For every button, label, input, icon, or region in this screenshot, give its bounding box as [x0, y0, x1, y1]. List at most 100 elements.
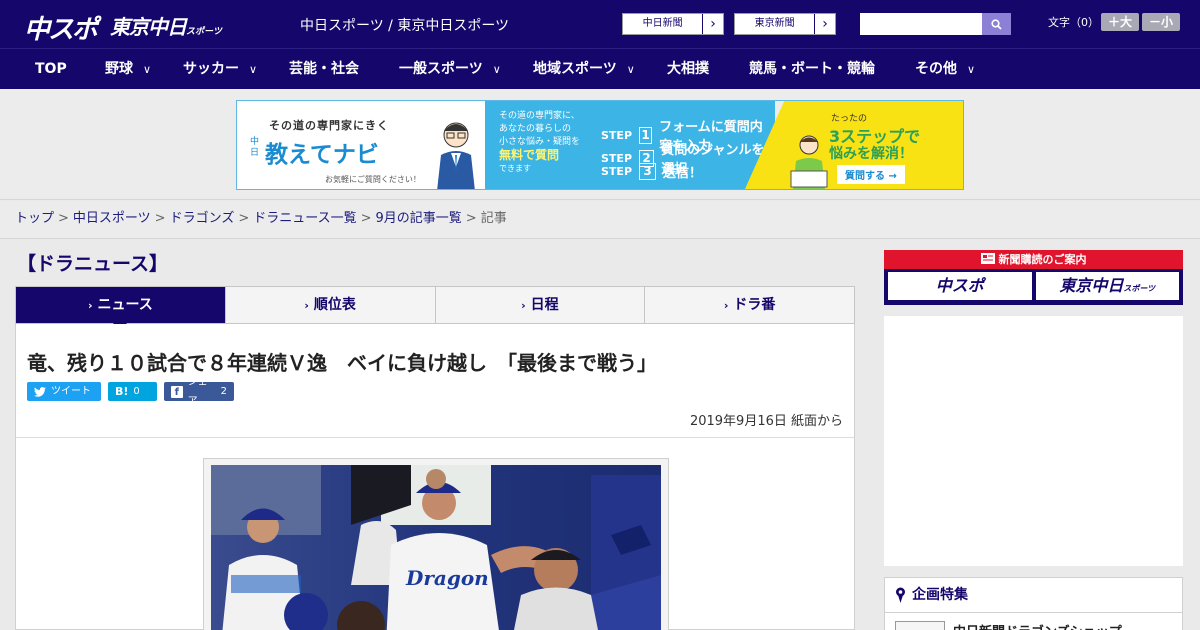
tokyo-subscribe-small: スポーツ — [1123, 284, 1156, 293]
article: 竜、残り１０試合で８年連続Ｖ逸 ベイに負け越し 「最後まで戦う」 ツイート B!… — [15, 324, 855, 630]
nav-top[interactable]: TOP — [35, 49, 67, 90]
nav-other[interactable]: その他 ∨ — [915, 49, 975, 90]
font-size-label: 文字（0） — [1048, 16, 1099, 29]
font-larger-button[interactable]: ＋大 — [1101, 13, 1139, 31]
breadcrumb-separator: > — [360, 211, 372, 226]
site-title[interactable]: 中日スポーツ / 東京中日スポーツ — [300, 15, 509, 35]
banner-tagline: その道の専門家にきく — [269, 119, 389, 132]
article-photo-frame: Dragon — [203, 458, 669, 630]
tokyo-logo-main: 東京中日 — [110, 15, 187, 39]
newspaper-icon — [980, 253, 995, 264]
nav-label: サッカー — [183, 61, 239, 77]
chevron-right-icon: › — [822, 16, 828, 32]
breadcrumb-separator: > — [58, 211, 69, 226]
article-photo[interactable]: Dragon — [211, 465, 661, 630]
banner-desc-line: その道の専門家に、 — [499, 111, 580, 121]
nav-sumo[interactable]: 大相撲 — [667, 49, 709, 90]
breadcrumb-news-list[interactable]: ドラニュース一覧 — [253, 211, 356, 226]
tab-dora-ban[interactable]: › ドラ番 — [645, 287, 854, 323]
banner-note: お気軽にご質問ください！ — [325, 175, 421, 184]
tokyo-shimbun-label: 東京新聞 — [735, 14, 816, 34]
expert-illustration-icon — [437, 122, 475, 189]
nav-label: TOP — [35, 61, 67, 77]
nav-label: 一般スポーツ — [399, 61, 483, 77]
tokyo-chunichi-logo[interactable]: 東京中日スポーツ — [110, 11, 222, 40]
banner-middle: その道の専門家に、 あなたの暮らしの 小さな悩み・疑問を 無料で質問 できます … — [485, 101, 775, 189]
search-button[interactable] — [982, 13, 1011, 35]
breadcrumb-separator: > — [238, 211, 250, 226]
nav-label: 大相撲 — [667, 61, 709, 77]
step-label: STEP — [601, 165, 633, 178]
section-title: 【ドラニュース】 — [17, 253, 169, 275]
banner-free-highlight: 無料で質問 — [499, 148, 560, 162]
pin-icon — [896, 587, 905, 603]
banner-desc-line: できます — [499, 164, 531, 173]
main-nav: TOP 野球 ∨ サッカー ∨ 芸能・社会 一般スポーツ ∨ 地域スポーツ ∨ 大相撲 … — [0, 48, 1200, 89]
chevron-down-icon: ∨ — [626, 63, 635, 76]
font-smaller-button[interactable]: －小 — [1142, 13, 1180, 31]
nav-racing[interactable]: 競馬・ボート・競輪 — [749, 49, 875, 90]
banner-area: その道の専門家にきく 中日 教えてナビ お気軽にご質問ください！ その道の専門家… — [0, 89, 1200, 200]
step-number: 3 — [639, 163, 657, 180]
search-input[interactable] — [860, 13, 982, 35]
nav-label: その他 — [915, 61, 957, 77]
banner-right: たったの 3ステップで 悩みを解消！ 質問する → — [745, 101, 963, 189]
nav-soccer[interactable]: サッカー ∨ — [183, 49, 257, 90]
tweet-button[interactable]: ツイート — [27, 382, 101, 401]
nav-label: 地域スポーツ — [533, 61, 617, 77]
banner-brand: 教えてナビ — [265, 142, 379, 168]
tokyo-shimbun-link[interactable]: 東京新聞 › — [734, 13, 836, 35]
article-dateline: 2019年9月16日 紙面から — [689, 414, 843, 429]
banner-ask-button[interactable]: 質問する → — [837, 165, 905, 184]
facebook-share-count: 2 — [220, 386, 227, 397]
banner-desc-line: あなたの暮らしの — [499, 124, 572, 134]
breadcrumb-chunichi-sports[interactable]: 中日スポーツ — [73, 211, 151, 226]
nav-label: 芸能・社会 — [289, 61, 359, 77]
chevron-down-icon: ∨ — [249, 63, 258, 76]
subscription-buttons: 中スポ 東京中日スポーツ — [884, 269, 1183, 303]
feature-header: 企画特集 — [885, 578, 1182, 613]
nav-label: 競馬・ボート・競輪 — [749, 61, 875, 77]
breadcrumb-current: 記事 — [480, 211, 507, 226]
breadcrumb-top[interactable]: トップ — [15, 211, 54, 226]
chevron-right-icon: › — [304, 299, 309, 312]
chevron-right-icon: › — [723, 299, 729, 312]
tab-schedule[interactable]: › 日程 — [436, 287, 646, 323]
banner-left: その道の専門家にきく 中日 教えてナビ お気軽にご質問ください！ — [237, 101, 485, 189]
article-divider — [16, 437, 854, 438]
breadcrumb-september[interactable]: 9月の記事一覧 — [376, 211, 462, 226]
tab-standings[interactable]: › 順位表 — [226, 287, 436, 323]
tab-label: ニュース — [97, 297, 153, 313]
chunichi-shimbun-link[interactable]: 中日新聞 › — [622, 13, 724, 35]
facebook-share-button[interactable]: f シェア 2 — [164, 377, 234, 407]
nav-baseball[interactable]: 野球 ∨ — [105, 49, 151, 90]
banner-brand-prefix: 中日 — [250, 137, 260, 158]
breadcrumb-dragons[interactable]: ドラゴンズ — [170, 211, 235, 226]
breadcrumb-separator: > — [154, 211, 166, 226]
svg-text:Dragon: Dragon — [405, 566, 489, 590]
facebook-f-icon: f — [171, 385, 183, 398]
chevron-right-icon: › — [87, 299, 93, 312]
chunichi-shimbun-label: 中日新聞 — [623, 14, 704, 34]
chevron-down-icon: ∨ — [143, 63, 152, 76]
nav-entertainment[interactable]: 芸能・社会 — [289, 49, 359, 90]
feature-item[interactable]: 中日新聞ドラゴンズショップ — [885, 621, 1182, 630]
tab-label: 順位表 — [313, 297, 356, 313]
section-tabs: › ニュース › 順位表 › 日程 › ドラ番 — [15, 286, 855, 331]
nav-regional-sports[interactable]: 地域スポーツ ∨ — [533, 49, 635, 90]
oshiete-navi-banner[interactable]: その道の専門家にきく 中日 教えてナビ お気軽にご質問ください！ その道の専門家… — [236, 100, 964, 190]
chevron-right-icon: › — [710, 16, 716, 32]
subscription-header[interactable]: 新聞購読のご案内 — [884, 250, 1183, 269]
banner-solve: 悩みを解消！ — [829, 146, 913, 162]
chuspo-logo[interactable]: 中スポ — [24, 9, 98, 46]
feature-item-label: 中日新聞ドラゴンズショップ — [953, 621, 1122, 630]
user-laptop-illustration-icon — [790, 135, 828, 189]
hatena-bookmark-button[interactable]: B! 0 — [108, 382, 157, 401]
chevron-down-icon: ∨ — [492, 63, 501, 76]
nav-general-sports[interactable]: 一般スポーツ ∨ — [399, 49, 501, 90]
tab-news[interactable]: › ニュース — [16, 287, 226, 331]
chuspo-subscribe-button[interactable]: 中スポ — [888, 272, 1032, 300]
tokyo-chunichi-subscribe-button[interactable]: 東京中日スポーツ — [1035, 272, 1179, 300]
breadcrumb-separator: > — [465, 211, 477, 226]
facebook-share-label: シェア — [187, 376, 208, 407]
